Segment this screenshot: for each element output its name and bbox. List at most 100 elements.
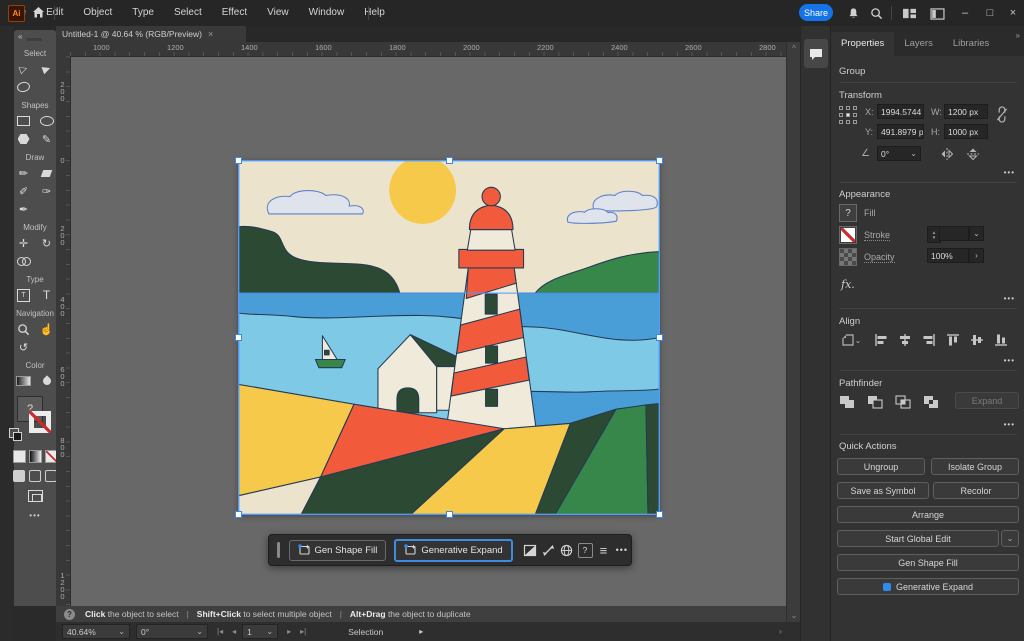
lasso-tool-icon[interactable] (16, 80, 31, 95)
align-right-icon[interactable] (921, 332, 937, 348)
vertical-ruler[interactable]: 200 0 200 400 600 800 1200 (56, 56, 71, 620)
isolate-group-button[interactable]: Isolate Group (931, 458, 1019, 475)
transform-more-options[interactable]: ••• (1004, 168, 1015, 177)
taskbar-menu-icon[interactable]: ≡ (594, 541, 612, 560)
rotate-view-tool-icon[interactable]: ↺ (16, 340, 31, 355)
fill-color-swatch[interactable]: ? (839, 204, 857, 222)
rectangle-tool-icon[interactable] (16, 114, 31, 129)
selection-handle-ne[interactable] (656, 157, 663, 164)
save-as-symbol-button[interactable]: Save as Symbol (837, 482, 929, 499)
type-tool-icon[interactable]: T (39, 288, 54, 303)
opacity-icon[interactable] (839, 248, 857, 266)
vertical-scrollbar[interactable]: ^ ⌄ (786, 42, 801, 622)
stroke-weight-dropdown[interactable]: ⌄ (969, 226, 984, 241)
zoom-tool-icon[interactable] (16, 322, 31, 337)
tools-drag-handle[interactable] (26, 38, 42, 41)
blob-brush-tool-icon[interactable]: ✑ (39, 184, 54, 199)
touch-type-tool-icon[interactable]: T (16, 288, 31, 303)
generative-expand-quick-button[interactable]: Generative Expand (837, 578, 1019, 595)
comments-button[interactable] (804, 39, 828, 68)
eyedropper-tool-icon[interactable] (39, 374, 54, 389)
flip-horizontal-icon[interactable] (939, 146, 955, 162)
hand-tool-icon[interactable]: ☝ (39, 322, 54, 337)
home-icon[interactable] (31, 5, 47, 21)
opacity-input[interactable]: 100% (927, 248, 969, 263)
stroke-weight-input[interactable] (939, 226, 969, 241)
collapse-panel-icon[interactable]: » (1016, 31, 1020, 40)
lighthouse-artwork[interactable] (238, 160, 660, 515)
pathfinder-more-options[interactable]: ••• (1004, 420, 1015, 429)
rotation-angle-select[interactable]: 0° ⌄ (877, 146, 921, 161)
selection-handle-e[interactable] (656, 334, 663, 341)
zoom-level-select[interactable]: 40.64% ⌄ (62, 624, 130, 639)
tab-libraries[interactable]: Libraries (943, 32, 999, 56)
direct-selection-tool-icon[interactable]: ▷ (14, 59, 33, 78)
pathfinder-expand-button[interactable]: Expand (955, 392, 1019, 409)
menu-type[interactable]: Type (122, 0, 164, 26)
ellipse-tool-icon[interactable] (39, 114, 54, 129)
pathfinder-unite-icon[interactable] (839, 394, 855, 410)
generative-expand-button[interactable]: Generative Expand (394, 539, 512, 562)
start-global-edit-button[interactable]: Start Global Edit (837, 530, 999, 547)
gradient-tool-icon[interactable] (16, 374, 31, 389)
next-artboard-icon[interactable]: ▸ (287, 627, 291, 636)
menu-effect[interactable]: Effect (212, 0, 257, 26)
draw-normal-icon[interactable] (13, 470, 25, 482)
selection-handle-se[interactable] (656, 511, 663, 518)
reference-point-selector[interactable] (839, 106, 858, 125)
opacity-label[interactable]: Opacity (864, 252, 895, 263)
polygon-tool-icon[interactable] (16, 132, 31, 147)
menu-help[interactable]: Help (354, 0, 395, 26)
effects-fx-button[interactable]: fx. (841, 278, 855, 291)
scroll-up-icon[interactable]: ^ (787, 44, 801, 53)
illustrator-logo[interactable]: Ai (8, 5, 25, 22)
previous-artboard-icon[interactable]: ◂ (232, 627, 236, 636)
appearance-more-options[interactable]: ••• (1004, 294, 1015, 303)
menu-select[interactable]: Select (164, 0, 212, 26)
collapse-tools-icon[interactable]: « (18, 32, 22, 41)
opacity-dropdown[interactable]: › (969, 248, 984, 263)
tab-layers[interactable]: Layers (894, 32, 943, 56)
align-more-options[interactable]: ••• (1004, 356, 1015, 365)
link-dimensions-icon[interactable] (994, 106, 1010, 122)
gen-shape-fill-button[interactable]: Gen Shape Fill (289, 540, 387, 561)
canvas[interactable]: Gen Shape Fill Generative Expand ? ≡ ••• (70, 56, 786, 620)
color-swatch[interactable] (13, 450, 26, 463)
menu-view[interactable]: View (257, 0, 299, 26)
h-input[interactable]: 1000 px (944, 124, 988, 139)
recolor-button[interactable]: Recolor (933, 482, 1019, 499)
hint-help-icon[interactable]: ? (64, 609, 75, 620)
minimize-button[interactable]: – (955, 4, 975, 22)
pencil-tool-icon[interactable]: ✏ (16, 166, 31, 181)
selection-handle-sw[interactable] (235, 511, 242, 518)
artboard-tool-icon[interactable] (28, 490, 43, 502)
draw-behind-icon[interactable] (29, 470, 41, 482)
scroll-down-icon[interactable]: ⌄ (787, 611, 801, 620)
panel-layout-icon[interactable] (929, 6, 945, 21)
pathfinder-exclude-icon[interactable] (923, 394, 939, 410)
ruler-origin-corner[interactable] (56, 42, 71, 57)
align-top-icon[interactable] (945, 332, 961, 348)
y-input[interactable]: 491.8979 p (877, 124, 924, 139)
x-input[interactable]: 1994.5744 (877, 104, 924, 119)
flip-vertical-icon[interactable] (965, 146, 981, 162)
start-global-edit-dropdown[interactable]: ⌄ (1001, 530, 1019, 547)
stroke-swatch[interactable] (29, 411, 51, 433)
menu-window[interactable]: Window (299, 0, 355, 26)
taskbar-drag-handle[interactable] (277, 542, 280, 558)
document-tab[interactable]: Untitled-1 @ 40.64 % (RGB/Preview) × (56, 26, 246, 42)
tab-properties[interactable]: Properties (831, 32, 894, 56)
shape-builder-tool-icon[interactable] (16, 254, 31, 269)
pathfinder-intersect-icon[interactable] (895, 394, 911, 410)
selection-handle-s[interactable] (446, 511, 453, 518)
gen-shape-fill-quick-button[interactable]: Gen Shape Fill (837, 554, 1019, 571)
mask-object-icon[interactable] (521, 541, 539, 560)
transform-icon[interactable] (539, 541, 557, 560)
scroll-right-icon[interactable]: › (779, 627, 782, 636)
last-artboard-icon[interactable]: ▸| (300, 627, 306, 636)
notifications-bell-icon[interactable] (845, 6, 861, 21)
stroke-color-swatch[interactable] (839, 226, 857, 244)
close-tab-icon[interactable]: × (208, 29, 213, 39)
close-window-button[interactable]: × (1003, 4, 1023, 22)
first-artboard-icon[interactable]: |◂ (217, 627, 223, 636)
